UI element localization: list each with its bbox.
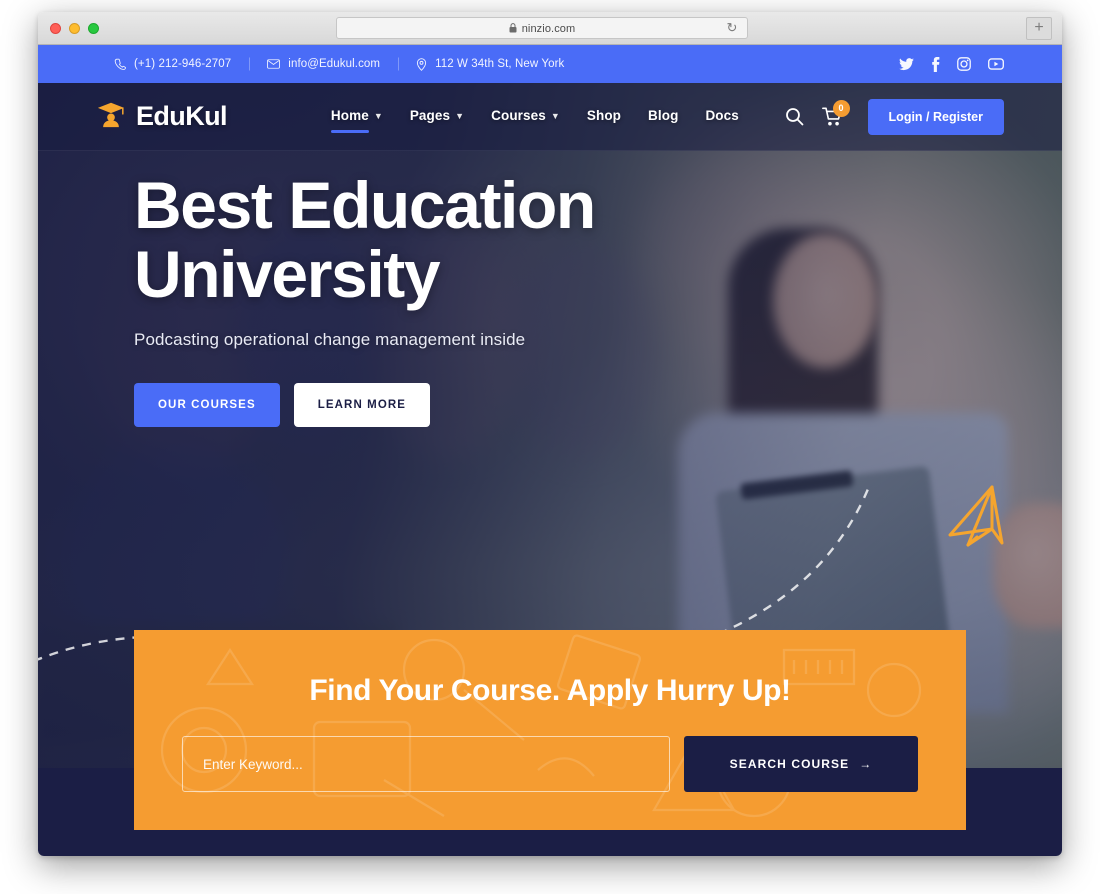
- close-window-button[interactable]: [50, 23, 61, 34]
- browser-titlebar: ninzio.com ↻ +: [38, 12, 1062, 45]
- our-courses-button[interactable]: OUR COURSES: [134, 383, 280, 428]
- nav-item-shop-label: Shop: [586, 107, 622, 123]
- youtube-icon[interactable]: [988, 58, 1004, 70]
- top-contact-bar: (+1) 212-946-2707 info@Edukul.com 112 W …: [38, 45, 1062, 83]
- contact-address[interactable]: 112 W 34th St, New York: [398, 57, 582, 71]
- phone-icon: [114, 58, 126, 70]
- arrow-right-icon: →: [859, 757, 873, 771]
- nav-item-docs[interactable]: Docs: [705, 108, 738, 126]
- chevron-down-icon: ▼: [373, 111, 383, 121]
- main-navigation: Home ▼ Pages ▼ Courses ▼ Shop Blog Docs: [330, 107, 739, 133]
- contact-address-text: 112 W 34th St, New York: [435, 58, 565, 70]
- nav-item-shop[interactable]: Shop: [587, 108, 621, 126]
- contact-list: (+1) 212-946-2707 info@Edukul.com 112 W …: [96, 57, 582, 71]
- login-register-button[interactable]: Login / Register: [867, 98, 1004, 135]
- page-viewport: Best Education University Podcasting ope…: [38, 45, 1062, 856]
- nav-item-courses-label: Courses: [491, 107, 546, 123]
- lock-icon: [509, 22, 517, 36]
- keyword-input[interactable]: [182, 736, 670, 792]
- contact-phone[interactable]: (+1) 212-946-2707: [96, 58, 249, 70]
- site-logo-text: EduKul: [136, 101, 227, 131]
- search-course-button[interactable]: SEARCH COURSE →: [684, 736, 918, 792]
- envelope-icon: [267, 58, 281, 70]
- facebook-icon[interactable]: [931, 56, 940, 72]
- chevron-down-icon: ▼: [455, 111, 465, 121]
- graduation-cap-icon: [96, 99, 126, 134]
- nav-item-blog-label: Blog: [648, 107, 679, 123]
- header-actions: 0 Login / Register: [785, 98, 1004, 135]
- minimize-window-button[interactable]: [69, 23, 80, 34]
- contact-phone-text: (+1) 212-946-2707: [134, 58, 232, 70]
- contact-email[interactable]: info@Edukul.com: [249, 58, 398, 70]
- cart-count-badge: 0: [832, 99, 850, 117]
- nav-item-pages[interactable]: Pages ▼: [410, 108, 464, 126]
- nav-item-docs-label: Docs: [705, 107, 739, 123]
- course-search-form: SEARCH COURSE →: [182, 736, 918, 792]
- search-icon[interactable]: [785, 107, 804, 126]
- site-header: EduKul Home ▼ Pages ▼ Courses ▼ Shop Blo…: [38, 83, 1062, 151]
- search-course-button-label: SEARCH COURSE: [729, 757, 850, 771]
- site-logo[interactable]: EduKul: [96, 99, 227, 134]
- address-bar[interactable]: ninzio.com ↻: [336, 17, 748, 39]
- twitter-icon[interactable]: [899, 57, 914, 71]
- nav-item-home[interactable]: Home ▼: [330, 107, 383, 133]
- address-bar-text: ninzio.com: [509, 22, 576, 35]
- social-links: [899, 56, 1004, 72]
- reload-icon[interactable]: ↻: [725, 21, 739, 35]
- nav-item-blog[interactable]: Blog: [648, 108, 678, 126]
- hero-title: Best Education University: [134, 168, 596, 311]
- nav-item-pages-label: Pages: [409, 107, 451, 123]
- hero-button-group: OUR COURSES LEARN MORE: [134, 383, 595, 428]
- contact-email-text: info@Edukul.com: [288, 58, 381, 70]
- location-pin-icon: [416, 57, 427, 71]
- hero-content: Best Education University Podcasting ope…: [134, 168, 596, 428]
- maximize-window-button[interactable]: [88, 23, 99, 34]
- nav-item-courses[interactable]: Courses ▼: [491, 108, 560, 126]
- course-search-panel: Find Your Course. Apply Hurry Up! SEARCH…: [134, 630, 966, 830]
- nav-item-home-label: Home: [330, 107, 369, 123]
- chevron-down-icon: ▼: [550, 111, 560, 121]
- paper-plane-icon: [940, 483, 1022, 568]
- url-hostname: ninzio.com: [521, 22, 576, 35]
- shopping-cart-icon[interactable]: 0: [821, 99, 850, 127]
- instagram-icon[interactable]: [957, 57, 971, 71]
- new-tab-button[interactable]: +: [1026, 17, 1052, 40]
- window-traffic-lights: [50, 23, 99, 34]
- hero-subtitle: Podcasting operational change management…: [134, 330, 526, 350]
- search-panel-heading: Find Your Course. Apply Hurry Up!: [309, 674, 791, 707]
- browser-window: ninzio.com ↻ + Best Education University…: [38, 12, 1062, 856]
- learn-more-button[interactable]: LEARN MORE: [293, 383, 431, 428]
